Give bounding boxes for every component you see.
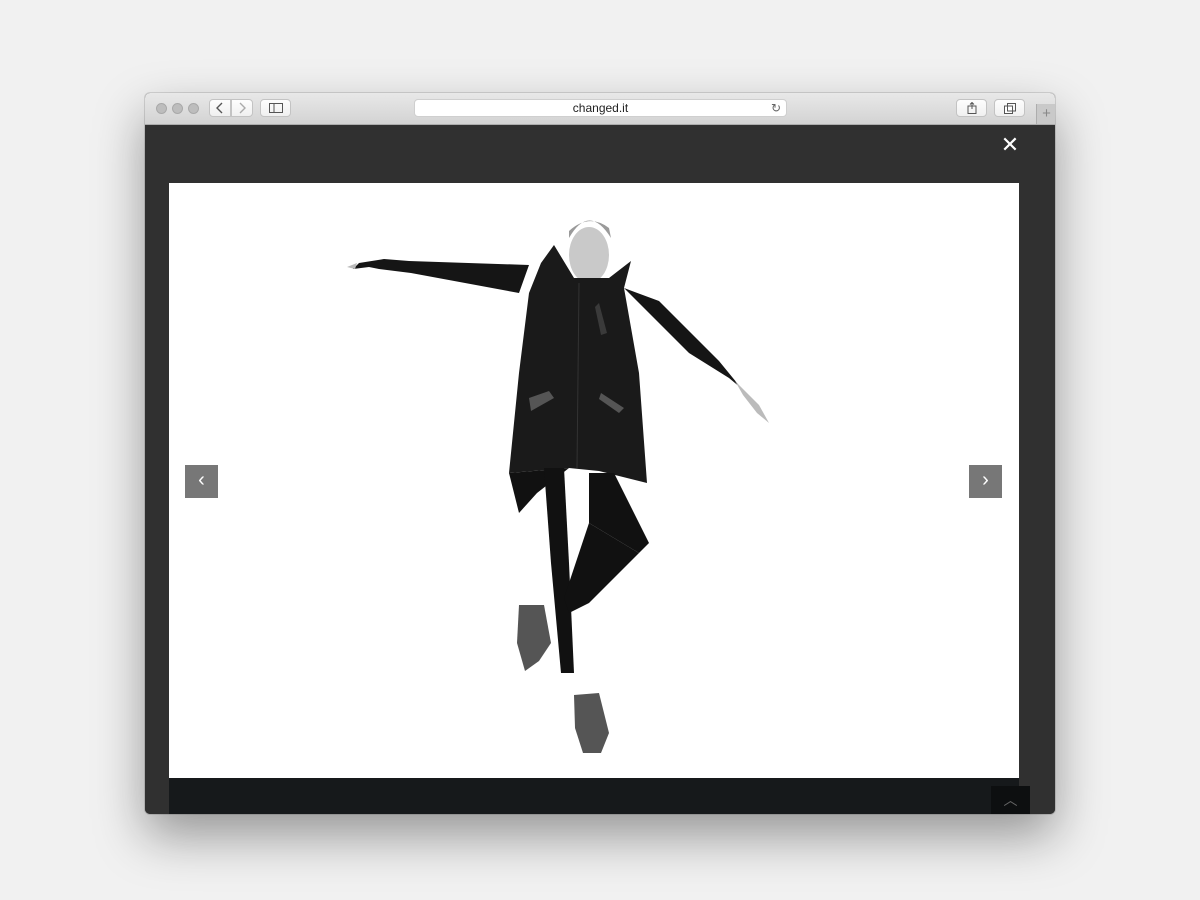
chevron-up-icon: ︿ <box>1003 792 1018 808</box>
chevron-left-icon <box>216 102 223 114</box>
minimize-window-button[interactable] <box>172 103 183 114</box>
close-window-button[interactable] <box>156 103 167 114</box>
forward-button[interactable] <box>231 99 253 117</box>
scroll-to-top-button[interactable]: ︿ <box>991 786 1030 814</box>
zoom-window-button[interactable] <box>188 103 199 114</box>
share-button[interactable] <box>956 99 987 117</box>
browser-window: changed.it ↻ + ✕ ‹ › ︿ <box>145 93 1055 814</box>
plus-icon[interactable]: + <box>1036 104 1055 124</box>
back-button[interactable] <box>209 99 231 117</box>
next-image-button[interactable]: › <box>969 465 1002 498</box>
sidebar-button[interactable] <box>260 99 291 117</box>
share-icon <box>967 102 976 114</box>
lightbox-overlay: ✕ ‹ › ︿ <box>145 125 1055 814</box>
chevron-left-icon: ‹ <box>198 469 205 491</box>
close-icon[interactable]: ✕ <box>1000 134 1020 156</box>
chevron-right-icon: › <box>982 469 989 491</box>
reload-icon[interactable]: ↻ <box>771 100 781 116</box>
lightbox-image: ‹ › <box>169 183 1019 778</box>
page-footer-bar <box>169 778 1019 814</box>
browser-toolbar: changed.it ↻ + <box>145 93 1055 125</box>
chevron-right-icon <box>239 102 246 114</box>
url-text: changed.it <box>572 101 629 115</box>
tabs-icon <box>1003 102 1016 114</box>
tabs-overview-button[interactable] <box>994 99 1025 117</box>
address-bar[interactable]: changed.it ↻ <box>414 99 787 117</box>
previous-image-button[interactable]: ‹ <box>185 465 218 498</box>
model-photo <box>347 220 769 753</box>
sidebar-icon <box>268 103 283 113</box>
